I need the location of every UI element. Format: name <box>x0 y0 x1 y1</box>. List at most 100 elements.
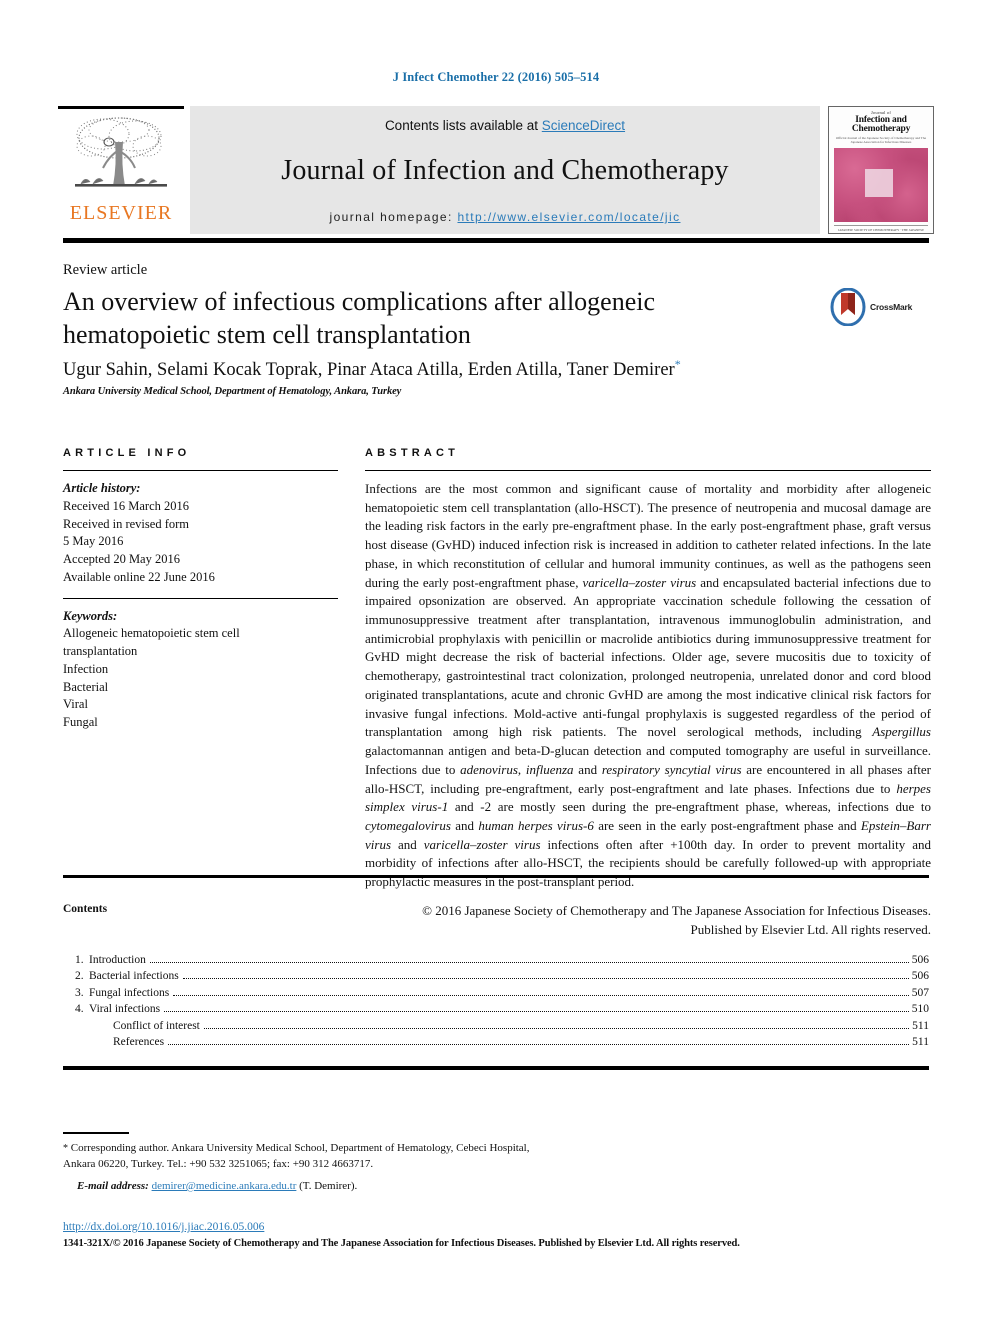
crossmark-icon <box>830 288 866 326</box>
copyright-line-2: Published by Elsevier Ltd. All rights re… <box>690 921 931 937</box>
article-type-label: Review article <box>63 262 148 278</box>
footnote-text-block: * Corresponding author. Ankara Universit… <box>63 1141 543 1173</box>
contents-available-label: Contents lists available at <box>384 118 542 133</box>
toc-leader-dots <box>173 994 909 996</box>
email-line: E-mail address: demirer@medicine.ankara.… <box>63 1179 543 1195</box>
keyword-item: Allogeneic hematopoietic stem cell <box>63 626 240 641</box>
cover-footer: JAPANESE SOCIETY OF CHEMOTHERAPY · THE J… <box>834 225 928 233</box>
keyword-item: transplantation <box>63 644 138 658</box>
toc-label[interactable]: References <box>89 1036 164 1049</box>
toc-leader-dots <box>203 1027 910 1029</box>
abstract-heading: ABSTRACT <box>365 447 460 459</box>
toc-leader-dots <box>164 1011 909 1012</box>
toc-row[interactable]: 4. Viral infections 510 <box>63 1002 929 1019</box>
toc-page-number: 506 <box>911 970 929 982</box>
toc-label[interactable]: Fungal infections <box>89 987 169 1000</box>
affiliation: Ankara University Medical School, Depart… <box>63 386 402 397</box>
corresponding-author-footnote: * Corresponding author. Ankara Universit… <box>63 1141 543 1195</box>
cover-artwork <box>834 148 928 222</box>
abstract-text: Infections are the most common and signi… <box>365 481 931 890</box>
toc-number: 3. <box>75 986 84 999</box>
history-item: Received 16 March 2016 <box>63 498 190 513</box>
keyword-item: Infection <box>63 661 109 676</box>
email-link[interactable]: demirer@medicine.ankara.edu.tr <box>152 1180 297 1192</box>
toc-number: 4. <box>75 1003 84 1015</box>
sciencedirect-link[interactable]: ScienceDirect <box>542 118 625 133</box>
journal-cover-thumbnail: Journal of Infection and Chemotherapy Of… <box>828 106 934 234</box>
toc-page-number: 507 <box>911 986 929 999</box>
toc-label[interactable]: Bacterial infections <box>89 970 179 983</box>
toc-row[interactable]: 2. Bacterial infections 506 <box>63 969 929 986</box>
cover-line-3: Official Journal of the Japanese Society… <box>835 135 927 144</box>
article-info-column: ARTICLE INFO Article history: Received 1… <box>63 447 338 732</box>
toc-page-number: 511 <box>912 1036 929 1048</box>
journal-homepage-link[interactable]: http://www.elsevier.com/locate/jic <box>457 210 680 224</box>
abstract-divider <box>365 470 931 471</box>
keyword-item: Fungal <box>63 715 98 729</box>
table-of-contents: 1. Introduction 506 2. Bacterial infecti… <box>63 952 929 1051</box>
masthead-bottom-rule <box>63 238 929 243</box>
toc-label[interactable]: Viral infections <box>89 1003 160 1016</box>
article-history-block: Article history: Received 16 March 2016 … <box>63 480 338 587</box>
crossmark-label: CrossMark <box>870 302 913 312</box>
journal-homepage-label: journal homepage: <box>329 209 453 224</box>
toc-page-number: 510 <box>911 1003 929 1015</box>
elsevier-tree-icon <box>75 117 167 187</box>
crossmark-badge[interactable]: CrossMark <box>830 286 934 328</box>
toc-row[interactable]: Conflict of interest 511 <box>63 1018 929 1035</box>
copyright-line-1: © 2016 Japanese Society of Chemotherapy … <box>422 902 931 918</box>
toc-leader-dots <box>182 978 909 979</box>
toc-number: 1. <box>75 953 84 966</box>
toc-page-number: 506 <box>911 953 929 966</box>
author-names: Ugur Sahin, Selami Kocak Toprak, Pinar A… <box>63 360 675 381</box>
contents-bottom-rule <box>63 1066 929 1070</box>
toc-leader-dots <box>168 1044 910 1045</box>
journal-title: Journal of Infection and Chemotherapy <box>281 155 729 187</box>
email-owner: (T. Demirer). <box>299 1179 358 1192</box>
issn-copyright-line: 1341-321X/© 2016 Japanese Society of Che… <box>63 1238 740 1249</box>
footnote-rule <box>63 1132 129 1134</box>
page-title: An overview of infectious complications … <box>63 287 656 350</box>
toc-page-number: 511 <box>912 1019 929 1032</box>
journal-homepage-line: journal homepage: http://www.elsevier.co… <box>330 210 681 224</box>
article-info-divider <box>63 470 338 471</box>
journal-masthead: ELSEVIER Contents lists available at Sci… <box>58 106 934 234</box>
toc-row[interactable]: 3. Fungal infections 507 <box>63 985 929 1002</box>
article-info-heading: ARTICLE INFO <box>63 447 191 459</box>
email-label: E-mail address: <box>77 1179 149 1192</box>
toc-row[interactable]: References 511 <box>63 1035 929 1052</box>
journal-article-page: J Infect Chemother 22 (2016) 505–514 ELS… <box>0 0 992 1323</box>
history-item: Accepted 20 May 2016 <box>63 552 180 566</box>
abstract-column: ABSTRACT Infections are the most common … <box>365 447 931 939</box>
contents-heading: Contents <box>63 903 108 915</box>
article-history-label: Article history: <box>63 481 141 495</box>
cover-line-2: Infection and Chemotherapy <box>851 114 911 134</box>
toc-leader-dots <box>149 961 909 963</box>
history-item: Available online 22 June 2016 <box>63 569 215 584</box>
cover-header: Journal of Infection and Chemotherapy Of… <box>834 110 928 144</box>
toc-label[interactable]: Conflict of interest <box>89 1020 200 1033</box>
author-list: Ugur Sahin, Selami Kocak Toprak, Pinar A… <box>63 357 863 381</box>
footnote-text: Corresponding author. Ankara University … <box>63 1142 530 1170</box>
doi-link[interactable]: http://dx.doi.org/10.1016/j.jiac.2016.05… <box>63 1221 264 1233</box>
history-item: 5 May 2016 <box>63 534 124 549</box>
running-head: J Infect Chemother 22 (2016) 505–514 <box>392 70 600 84</box>
footnote-marker: * <box>63 1143 68 1154</box>
corresponding-author-marker: * <box>674 357 681 371</box>
keyword-item: Viral <box>63 697 88 712</box>
abstract-copyright: © 2016 Japanese Society of Chemotherapy … <box>365 902 931 939</box>
sciencedirect-band: Contents lists available at ScienceDirec… <box>190 106 820 234</box>
keywords-block: Keywords: Allogeneic hematopoietic stem … <box>63 608 338 732</box>
history-item: Received in revised form <box>63 516 189 531</box>
keywords-label: Keywords: <box>63 608 118 623</box>
toc-row[interactable]: 1. Introduction 506 <box>63 952 929 969</box>
toc-label[interactable]: Introduction <box>89 954 146 967</box>
toc-number: 2. <box>75 970 84 982</box>
keyword-item: Bacterial <box>63 679 109 694</box>
elsevier-logo-block: ELSEVIER <box>58 106 184 234</box>
contents-available-line: Contents lists available at ScienceDirec… <box>385 118 625 133</box>
elsevier-wordmark: ELSEVIER <box>69 202 173 224</box>
keywords-divider <box>63 597 338 599</box>
cover-artwork-highlight <box>865 168 894 197</box>
contents-top-rule <box>63 875 929 878</box>
